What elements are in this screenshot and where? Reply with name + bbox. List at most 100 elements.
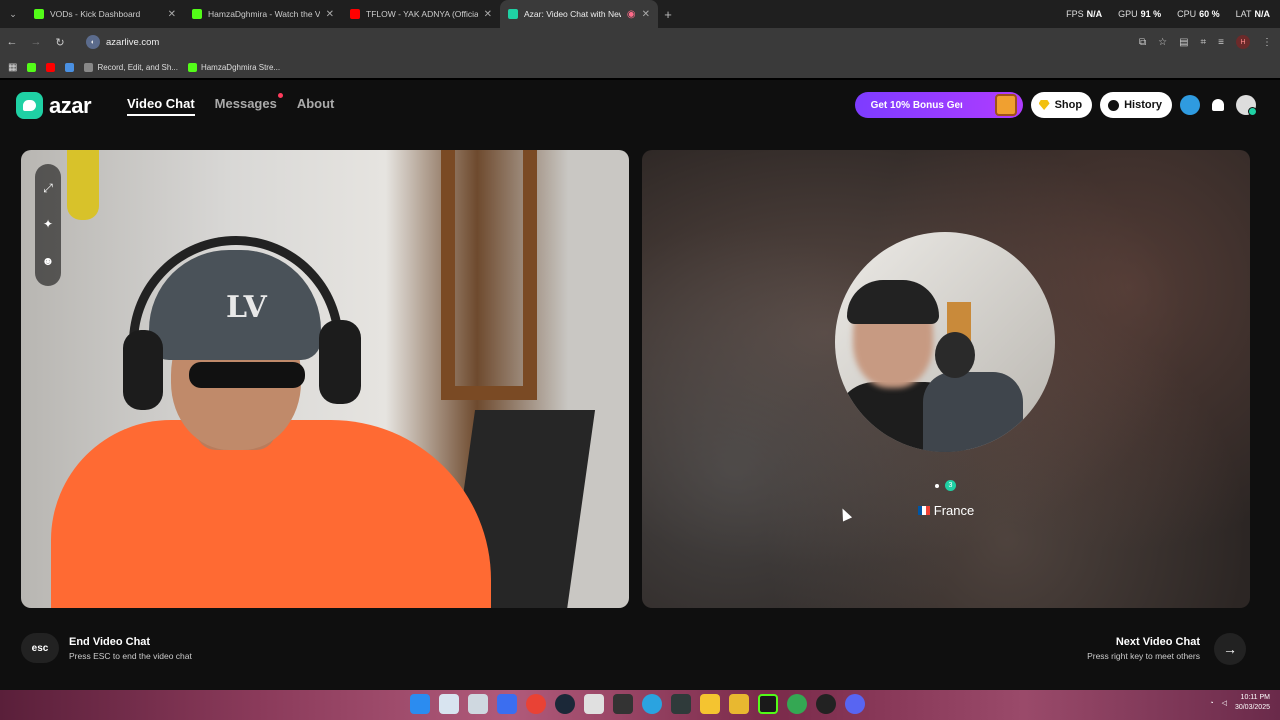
chrome-icon[interactable] — [526, 694, 546, 714]
windows-start-icon[interactable] — [410, 694, 430, 714]
browser-tab[interactable]: VODs - Kick Dashboard ✕ — [26, 0, 184, 28]
profile-avatar[interactable] — [1236, 95, 1257, 116]
windows-taskbar: ◔ ◁ 10:11 PM 30/03/2025 — [0, 690, 1280, 720]
partner-video-feed: 3 France — [642, 150, 1250, 608]
main-nav: Video Chat Messages About — [127, 93, 335, 116]
system-tray: ◔ ◁ 10:11 PM 30/03/2025 — [1209, 693, 1270, 713]
chrome-alt-icon[interactable] — [787, 694, 807, 714]
partner-status: 3 — [935, 480, 956, 491]
clock-icon — [1108, 99, 1120, 111]
unread-dot — [277, 93, 283, 98]
bookmark-item[interactable] — [65, 62, 75, 72]
apps-grid-icon[interactable]: ▦ — [8, 62, 17, 73]
video-tools: ⤢ ✦ ☻ — [35, 164, 61, 286]
treasure-chest-icon — [994, 94, 1017, 116]
puzzle-icon[interactable]: ⌗ — [1201, 37, 1207, 48]
photo-person2-body — [923, 372, 1023, 452]
headphone-ear-left — [123, 330, 163, 410]
address-bar-actions: ⧉ ☆ ▤ ⌗ ≡ H ⋮ — [1139, 28, 1272, 56]
record-icon — [84, 62, 94, 72]
browser-tab-active[interactable]: Azar: Video Chat with New ◉ ✕ — [500, 0, 658, 28]
app-yellow-icon[interactable] — [729, 694, 749, 714]
telegram-icon[interactable] — [642, 694, 662, 714]
checkmark-app-icon[interactable] — [468, 694, 488, 714]
calculator-icon[interactable] — [584, 694, 604, 714]
task-view-icon[interactable] — [439, 694, 459, 714]
terminal-icon[interactable] — [613, 694, 633, 714]
media-icon[interactable]: ≡ — [1218, 37, 1224, 48]
wifi-icon[interactable]: ◔ — [1209, 700, 1213, 707]
bookmark-star-icon[interactable]: ☆ — [1158, 37, 1167, 48]
close-icon[interactable]: ✕ — [168, 9, 176, 20]
tab-title: TFLOW - YAK ADNYA (Official M — [366, 9, 478, 19]
close-icon[interactable]: ✕ — [484, 9, 492, 20]
headphone-ear-right — [319, 320, 361, 404]
clock[interactable]: 10:11 PM 30/03/2025 — [1235, 693, 1270, 713]
app-blue-icon[interactable] — [497, 694, 517, 714]
discord-icon[interactable] — [845, 694, 865, 714]
profile-extension-icon[interactable]: H — [1236, 35, 1250, 49]
browser-tab[interactable]: TFLOW - YAK ADNYA (Official M ✕ — [342, 0, 500, 28]
expand-icon[interactable]: ⤢ — [42, 181, 55, 195]
extension-icon[interactable]: ▤ — [1179, 37, 1188, 48]
volume-icon[interactable]: ◁ — [1222, 699, 1227, 707]
shop-button[interactable]: Shop — [1030, 92, 1093, 118]
partner-country: France — [642, 503, 1250, 518]
tab-search-icon[interactable]: ⌄ — [0, 0, 26, 28]
background-object — [67, 150, 99, 220]
end-chat-title: End Video Chat — [69, 636, 151, 648]
recording-icon: ◉ — [626, 8, 636, 20]
url-text: azarlive.com — [106, 36, 160, 48]
close-icon[interactable]: ✕ — [642, 9, 650, 20]
gemini-icon — [65, 62, 75, 72]
nav-about[interactable]: About — [297, 96, 335, 116]
steam-icon[interactable] — [555, 694, 575, 714]
perf-gpu: GPU 91 % — [1118, 9, 1162, 19]
kick-icon — [187, 62, 197, 72]
magic-wand-icon[interactable]: ✦ — [42, 218, 55, 231]
new-tab-icon[interactable]: + — [658, 7, 678, 22]
next-chat-arrow-icon[interactable]: → — [1214, 633, 1246, 665]
obs-icon[interactable] — [816, 694, 836, 714]
bookmark-item[interactable] — [27, 62, 37, 72]
reload-icon[interactable]: ↻ — [48, 36, 72, 49]
next-chat-title: Next Video Chat — [1115, 636, 1200, 648]
kick-favicon-icon — [192, 9, 202, 19]
nav-video-chat[interactable]: Video Chat — [127, 96, 195, 116]
taskbar-apps — [410, 694, 865, 714]
azar-logo[interactable]: azar — [16, 92, 92, 119]
notification-bell-icon[interactable] — [1208, 95, 1228, 115]
azar-logo-icon — [16, 92, 43, 119]
app-dark-icon[interactable] — [671, 694, 691, 714]
perf-fps: FPS N/A — [1066, 9, 1103, 19]
sticker-icon[interactable]: ☻ — [42, 255, 55, 268]
file-explorer-icon[interactable] — [700, 694, 720, 714]
bookmark-item[interactable] — [46, 62, 56, 72]
kick-icon — [27, 62, 37, 72]
nav-messages[interactable]: Messages — [215, 93, 283, 116]
perf-cpu: CPU 60 % — [1177, 9, 1220, 19]
bookmark-item[interactable]: Record, Edit, and Sh... — [84, 62, 178, 72]
close-icon[interactable]: ✕ — [326, 9, 334, 20]
url-input[interactable]: ◐ azarlive.com — [82, 32, 1142, 52]
history-button[interactable]: History — [1100, 92, 1172, 118]
bookmark-item[interactable]: HamzaDghmira Stre... — [187, 62, 280, 72]
app-green-icon[interactable] — [758, 694, 778, 714]
bonus-promo-button[interactable]: Get 10% Bonus Geı — [854, 92, 1023, 118]
end-chat-button[interactable]: esc — [21, 633, 59, 663]
forward-icon[interactable]: → — [24, 36, 48, 48]
back-icon[interactable]: ← — [0, 36, 24, 48]
my-video-feed: LV ⤢ ✦ ☻ — [21, 150, 629, 608]
browser-tab-bar: ⌄ VODs - Kick Dashboard ✕ HamzaDghmira -… — [0, 0, 1280, 28]
browser-tab[interactable]: HamzaDghmira - Watch the VO ✕ — [184, 0, 342, 28]
logo-text: azar — [49, 92, 92, 118]
clock-date: 30/03/2025 — [1234, 704, 1270, 711]
perf-lat: LAT N/A — [1235, 9, 1270, 19]
azar-favicon-icon — [508, 9, 518, 19]
menu-icon[interactable]: ⋮ — [1262, 37, 1272, 48]
status-dot — [935, 483, 939, 488]
gem-balance-icon[interactable] — [1180, 95, 1200, 115]
install-app-icon[interactable]: ⧉ — [1139, 37, 1146, 48]
site-info-icon[interactable]: ◐ — [86, 35, 100, 49]
clock-time: 10:11 PM — [1240, 694, 1270, 701]
